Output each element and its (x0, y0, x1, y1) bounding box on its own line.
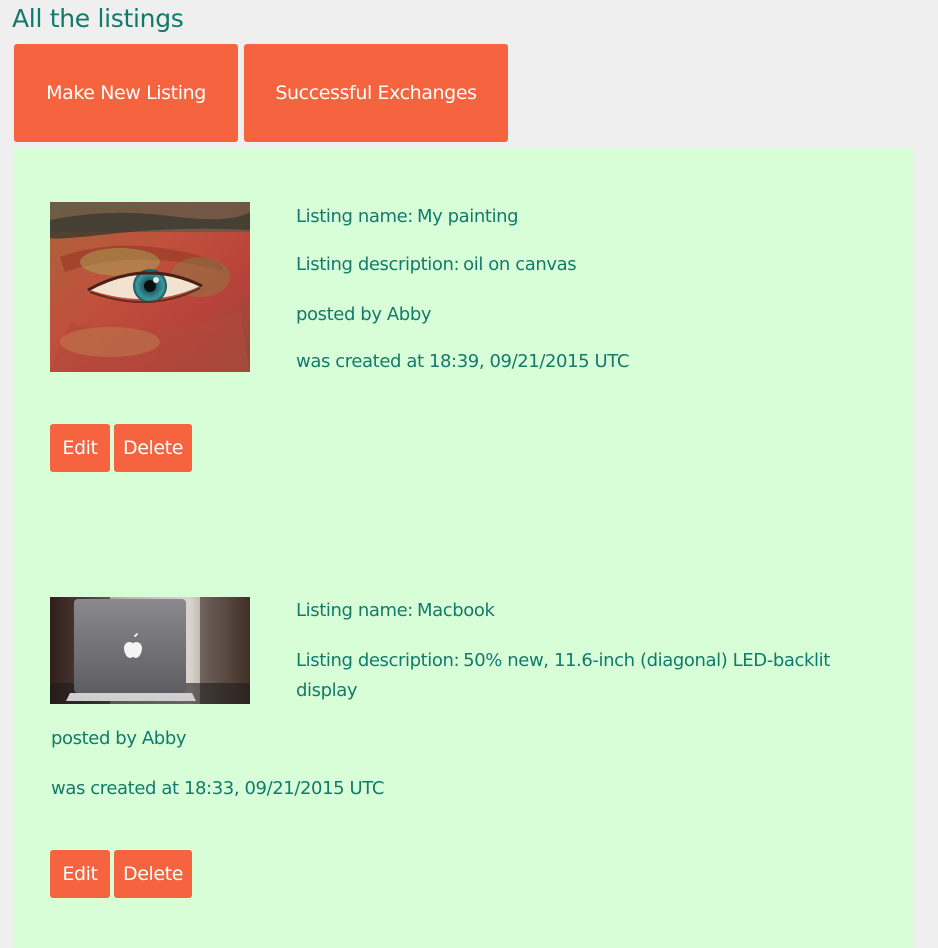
created-at: was created at 18:33, 09/21/2015 UTC (51, 778, 385, 799)
delete-button[interactable]: Delete (114, 424, 192, 472)
listing-description-label: Listing description: (296, 254, 460, 275)
listing-name-value: My painting (416, 206, 519, 227)
make-new-listing-button[interactable]: Make New Listing (14, 44, 238, 142)
listing-description: Listing description: 50% new, 11.6-inch (… (296, 646, 856, 706)
listing-description: Listing description: oil on canvas (296, 250, 577, 280)
edit-button[interactable]: Edit (50, 850, 110, 898)
created-at: was created at 18:39, 09/21/2015 UTC (296, 351, 630, 372)
successful-exchanges-button[interactable]: Successful Exchanges (244, 44, 508, 142)
listing-name-value: Macbook (416, 600, 495, 621)
delete-button[interactable]: Delete (114, 850, 192, 898)
eye-painting-image (50, 202, 250, 372)
laptop-image (50, 597, 250, 704)
edit-button[interactable]: Edit (50, 424, 110, 472)
posted-by: posted by Abby (296, 304, 432, 325)
listing-name: Listing name: Macbook (296, 596, 495, 626)
posted-by: posted by Abby (51, 728, 187, 749)
listing-name-label: Listing name: (296, 600, 413, 621)
listing-description-label: Listing description: (296, 650, 460, 671)
listing-name: Listing name: My painting (296, 202, 519, 232)
page-title: All the listings (12, 4, 184, 33)
listing-image (50, 597, 250, 704)
listing-name-label: Listing name: (296, 206, 413, 227)
listings-panel: Listing name: My painting Listing descrip… (14, 148, 914, 948)
listing-image (50, 202, 250, 372)
listing-description-value: oil on canvas (463, 254, 577, 275)
